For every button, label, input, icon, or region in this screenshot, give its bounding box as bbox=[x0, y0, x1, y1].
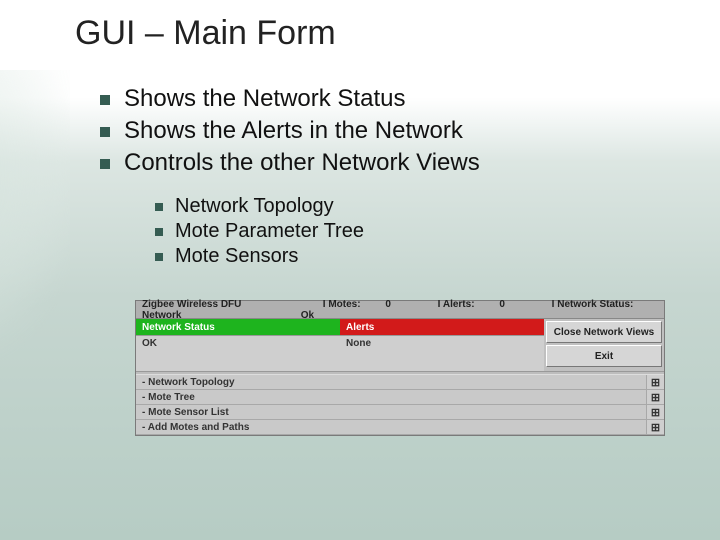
exit-button[interactable]: Exit bbox=[546, 345, 662, 367]
network-status-body: OK bbox=[136, 335, 340, 371]
expand-icon[interactable]: ⊞ bbox=[646, 375, 664, 389]
decorative-arc bbox=[0, 70, 70, 540]
section-label: - Mote Sensor List bbox=[136, 405, 646, 419]
top-panels: Network Status OK Alerts None Close Netw… bbox=[136, 319, 664, 371]
bullet-icon bbox=[100, 159, 110, 169]
window-titlebar: Zigbee Wireless DFU Network I Motes: 0 I… bbox=[136, 301, 664, 319]
bullet-text: Network Topology bbox=[175, 195, 334, 218]
network-status-panel: Network Status OK bbox=[136, 319, 340, 371]
list-item: Network Topology bbox=[155, 195, 655, 218]
alerts-body: None bbox=[340, 335, 544, 371]
close-network-views-button[interactable]: Close Network Views bbox=[546, 321, 662, 343]
slide: GUI – Main Form Shows the Network Status… bbox=[0, 0, 720, 540]
stat-alerts: I Alerts: 0 bbox=[416, 299, 505, 310]
bullet-text: Controls the other Network Views bbox=[124, 149, 480, 177]
alerts-panel: Alerts None bbox=[340, 319, 544, 371]
alerts-heading: Alerts bbox=[340, 319, 544, 335]
network-status-heading: Network Status bbox=[136, 319, 340, 335]
expand-icon[interactable]: ⊞ bbox=[646, 390, 664, 404]
bullet-icon bbox=[155, 203, 163, 211]
bullet-text: Mote Sensors bbox=[175, 245, 298, 268]
section-row-mote-tree[interactable]: - Mote Tree ⊞ bbox=[136, 390, 664, 405]
section-label: - Network Topology bbox=[136, 375, 646, 389]
section-row-network-topology[interactable]: - Network Topology ⊞ bbox=[136, 375, 664, 390]
list-item: Mote Sensors bbox=[155, 245, 655, 268]
section-label: - Mote Tree bbox=[136, 390, 646, 404]
expand-icon[interactable]: ⊞ bbox=[646, 420, 664, 434]
bullet-icon bbox=[155, 228, 163, 236]
bullet-text: Mote Parameter Tree bbox=[175, 220, 364, 243]
bullet-text: Shows the Alerts in the Network bbox=[124, 117, 463, 145]
app-title: Zigbee Wireless DFU Network bbox=[142, 299, 279, 321]
list-item: Controls the other Network Views bbox=[100, 149, 660, 177]
section-label: - Add Motes and Paths bbox=[136, 420, 646, 434]
bullet-icon bbox=[100, 95, 110, 105]
stat-motes: I Motes: 0 bbox=[301, 299, 391, 310]
bullet-icon bbox=[155, 253, 163, 261]
section-row-add-motes-paths[interactable]: - Add Motes and Paths ⊞ bbox=[136, 420, 664, 435]
list-item: Mote Parameter Tree bbox=[155, 220, 655, 243]
section-row-mote-sensor-list[interactable]: - Mote Sensor List ⊞ bbox=[136, 405, 664, 420]
titlebar-stats: I Motes: 0 I Alerts: 0 I Network Status:… bbox=[279, 299, 658, 321]
bullet-list-level1: Shows the Network Status Shows the Alert… bbox=[100, 85, 660, 181]
bullet-icon bbox=[100, 127, 110, 137]
bullet-text: Shows the Network Status bbox=[124, 85, 405, 113]
list-item: Shows the Network Status bbox=[100, 85, 660, 113]
embedded-app-window: Zigbee Wireless DFU Network I Motes: 0 I… bbox=[135, 300, 665, 436]
list-item: Shows the Alerts in the Network bbox=[100, 117, 660, 145]
button-column: Close Network Views Exit bbox=[544, 319, 664, 371]
slide-title: GUI – Main Form bbox=[75, 14, 336, 53]
bullet-list-level2: Network Topology Mote Parameter Tree Mot… bbox=[155, 195, 655, 270]
expand-icon[interactable]: ⊞ bbox=[646, 405, 664, 419]
